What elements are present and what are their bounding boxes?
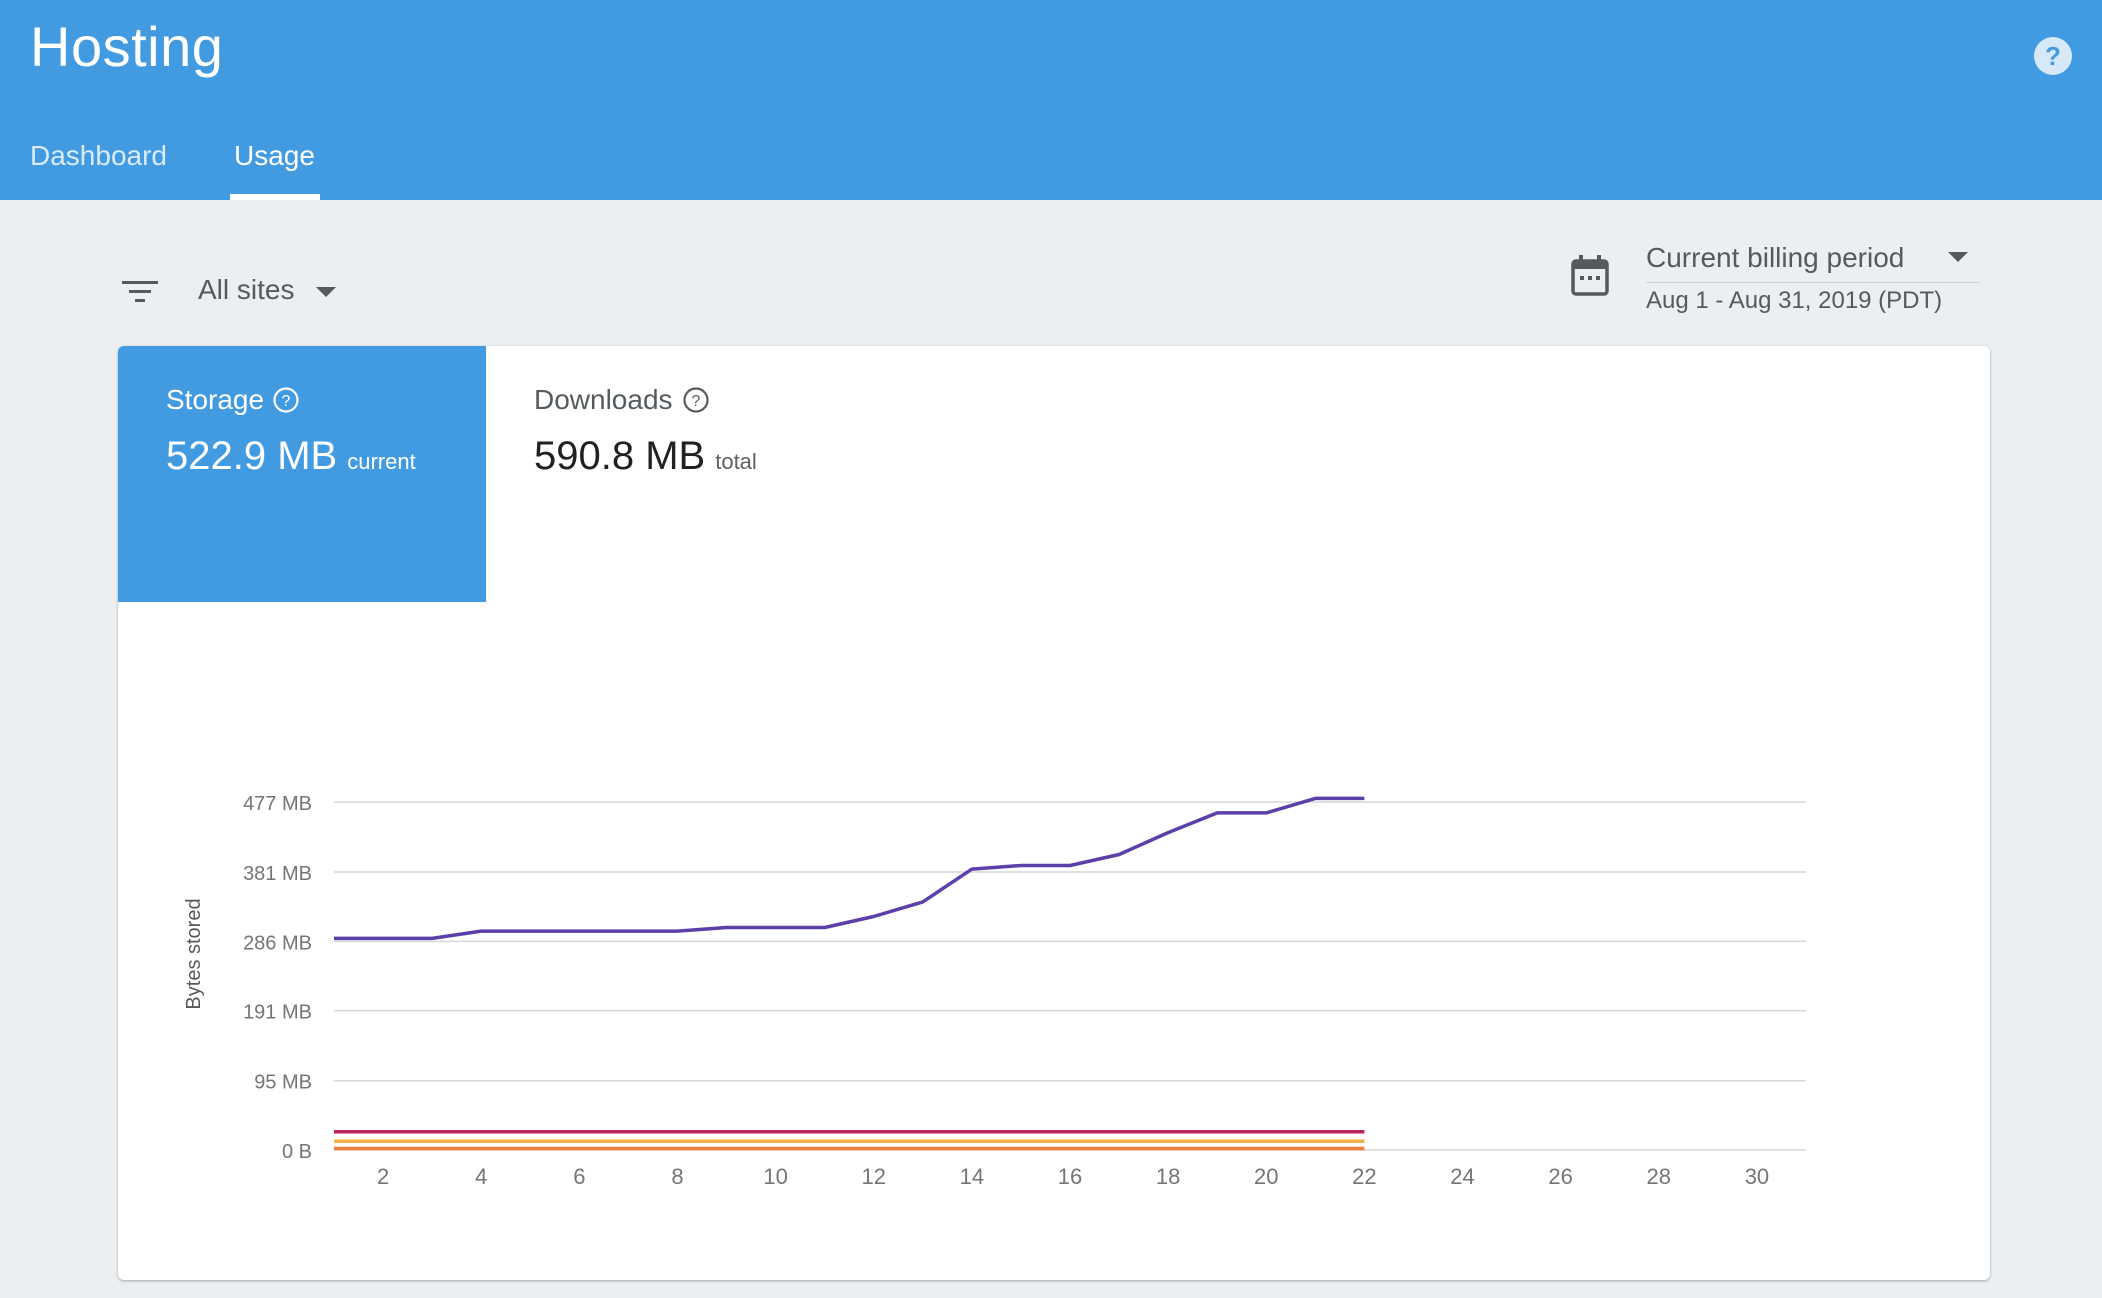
y-axis-title: Bytes stored (183, 898, 205, 1009)
billing-period-dropdown[interactable]: Current billing period (1646, 240, 1980, 283)
x-tick-label: 28 (1647, 1164, 1671, 1189)
calendar-icon[interactable] (1570, 254, 1610, 298)
active-tab-indicator (230, 194, 320, 200)
page-title: Hosting (30, 15, 224, 78)
help-outline-icon[interactable]: ? (682, 386, 710, 414)
y-tick-label: 0 B (282, 1141, 312, 1163)
x-tick-label: 20 (1254, 1164, 1278, 1189)
usage-card: 0 B 95 MB 191 MB 286 MB 381 MB 477 MB 2 4 6 8 10 12… (118, 346, 1990, 1280)
sites-dropdown[interactable]: All sites (198, 265, 337, 315)
chevron-down-icon (316, 286, 337, 297)
x-tick-label: 10 (763, 1164, 787, 1189)
x-tick-label: 4 (475, 1164, 487, 1189)
x-tick-label: 26 (1548, 1164, 1572, 1189)
svg-text:?: ? (692, 393, 701, 410)
x-tick-label: 12 (861, 1164, 885, 1189)
y-tick-label: 286 MB (243, 932, 312, 954)
help-outline-icon[interactable]: ? (272, 386, 300, 414)
y-tick-label: 381 MB (243, 863, 312, 885)
x-tick-label: 16 (1058, 1164, 1082, 1189)
downloads-unit: total (715, 449, 757, 474)
x-tick-label: 14 (960, 1164, 984, 1189)
tab-dashboard[interactable]: Dashboard (26, 120, 171, 200)
x-tick-label: 30 (1745, 1164, 1769, 1189)
downloads-metric-tab[interactable]: Downloads ? 590.8 MB total (486, 346, 866, 602)
y-tick-label: 95 MB (254, 1072, 312, 1094)
filter-list-icon[interactable] (120, 271, 160, 311)
help-circle-icon[interactable]: ? (2033, 36, 2073, 76)
billing-period-range: Aug 1 - Aug 31, 2019 (PDT) (1646, 287, 1943, 314)
billing-period-label: Current billing period (1646, 242, 1905, 273)
x-tick-label: 22 (1352, 1164, 1376, 1189)
x-tick-label: 6 (573, 1164, 585, 1189)
y-tick-label: 477 MB (243, 793, 312, 815)
x-tick-label: 2 (377, 1164, 389, 1189)
svg-text:?: ? (2045, 41, 2061, 71)
storage-unit: current (347, 449, 416, 474)
storage-label: Storage (166, 384, 265, 415)
sites-dropdown-label: All sites (198, 274, 295, 305)
svg-text:?: ? (282, 393, 291, 410)
tab-usage[interactable]: Usage (230, 120, 319, 200)
app-header: Hosting ? Dashboard Usage (0, 0, 2102, 200)
downloads-value: 590.8 MB total (534, 428, 757, 490)
x-tick-label: 8 (671, 1164, 683, 1189)
storage-amount: 522.9 MB (166, 434, 338, 478)
storage-metric-tab[interactable]: Storage ? 522.9 MB current (118, 346, 486, 602)
series-line-1 (334, 796, 1365, 941)
y-tick-label: 191 MB (243, 1002, 312, 1024)
downloads-label: Downloads (534, 384, 673, 415)
x-tick-label: 24 (1450, 1164, 1474, 1189)
downloads-amount: 590.8 MB (534, 434, 706, 478)
chevron-down-icon (1948, 252, 1968, 262)
x-tick-label: 18 (1156, 1164, 1180, 1189)
billing-period-picker: Current billing period Aug 1 - Aug 31, 2… (1570, 240, 1990, 320)
storage-value: 522.9 MB current (166, 428, 416, 490)
